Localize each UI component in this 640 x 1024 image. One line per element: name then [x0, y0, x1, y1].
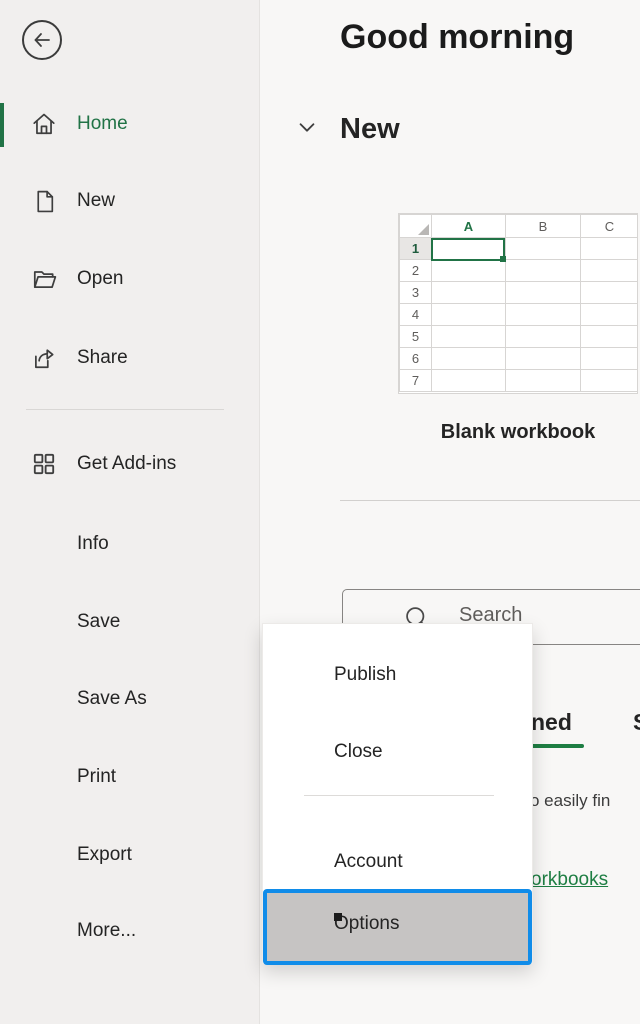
sidebar-item-label: Info: [77, 533, 109, 555]
column-header-c: C: [581, 215, 639, 238]
sidebar-item-home[interactable]: Home: [0, 105, 260, 143]
row-header: 2: [400, 260, 432, 282]
sidebar-item-label: Open: [77, 268, 123, 290]
backstage-sidebar: Home New Open Share: [0, 0, 260, 1024]
sidebar-divider: [26, 409, 224, 410]
sidebar-item-more[interactable]: More...: [0, 912, 260, 950]
sidebar-item-label: Save: [77, 611, 120, 633]
new-section-header[interactable]: New: [296, 116, 318, 138]
description-text-fragment: o easily fin: [530, 791, 610, 811]
sidebar-item-label: Home: [77, 113, 128, 135]
sidebar-item-get-add-ins[interactable]: Get Add-ins: [0, 445, 260, 483]
sidebar-item-label: New: [77, 190, 115, 212]
menu-item-options[interactable]: Options: [263, 889, 532, 965]
chevron-down-icon: [296, 116, 318, 138]
sidebar-item-open[interactable]: Open: [0, 260, 260, 298]
menu-item-label: Account: [334, 851, 403, 873]
sidebar-item-label: Save As: [77, 688, 147, 710]
row-header: 5: [400, 326, 432, 348]
row-header: 3: [400, 282, 432, 304]
section-divider: [340, 500, 640, 501]
menu-item-label: Close: [334, 741, 383, 763]
menu-divider: [304, 795, 494, 796]
spreadsheet-preview: A B C 1 2 3 4 5 6 7: [398, 213, 638, 394]
sidebar-item-print[interactable]: Print: [0, 758, 260, 796]
template-card-title: Blank workbook: [398, 421, 638, 444]
sidebar-item-new[interactable]: New: [0, 182, 260, 220]
sidebar-item-label: Get Add-ins: [77, 453, 176, 475]
sidebar-item-label: Share: [77, 347, 128, 369]
row-header: 4: [400, 304, 432, 326]
menu-item-label: Options: [334, 913, 399, 935]
column-header-a: A: [432, 215, 506, 238]
row-header: 6: [400, 348, 432, 370]
new-section-title: New: [340, 113, 400, 146]
sidebar-item-label: Print: [77, 766, 116, 788]
menu-item-publish[interactable]: Publish: [263, 650, 534, 702]
column-header-b: B: [506, 215, 581, 238]
greeting-title: Good morning: [340, 18, 574, 57]
row-header: 7: [400, 370, 432, 392]
sidebar-item-info[interactable]: Info: [0, 525, 260, 563]
back-button[interactable]: [22, 20, 62, 60]
sidebar-item-label: Export: [77, 844, 132, 866]
fill-handle: [500, 256, 506, 262]
selected-cell-a1: [431, 238, 505, 261]
select-all-triangle-icon: [418, 224, 429, 235]
sheet-corner-cell: [400, 215, 432, 238]
home-icon: [31, 111, 57, 137]
menu-item-close[interactable]: Close: [263, 727, 534, 779]
new-document-icon: [31, 188, 57, 214]
sidebar-item-save-as[interactable]: Save As: [0, 680, 260, 718]
tab-shared-fragment[interactable]: S: [633, 709, 640, 736]
selection-handle: [334, 913, 342, 921]
row-header: 1: [400, 238, 432, 260]
menu-item-label: Publish: [334, 664, 396, 686]
sidebar-item-save[interactable]: Save: [0, 603, 260, 641]
tab-pinned-fragment[interactable]: ned: [531, 709, 572, 736]
back-arrow-icon: [30, 28, 54, 52]
sidebar-item-export[interactable]: Export: [0, 836, 260, 874]
menu-item-account[interactable]: Account: [263, 837, 534, 889]
more-workbooks-link-fragment[interactable]: orkbooks: [531, 869, 608, 891]
share-icon: [31, 345, 57, 371]
add-ins-grid-icon: [31, 451, 57, 477]
template-card-blank-workbook[interactable]: A B C 1 2 3 4 5 6 7 Blank workbook: [398, 213, 638, 394]
open-folder-icon: [31, 266, 57, 292]
sidebar-item-share[interactable]: Share: [0, 339, 260, 377]
file-context-menu: Publish Close Account Options: [262, 623, 533, 964]
sidebar-item-label: More...: [77, 920, 136, 942]
active-tab-underline: [531, 744, 584, 748]
